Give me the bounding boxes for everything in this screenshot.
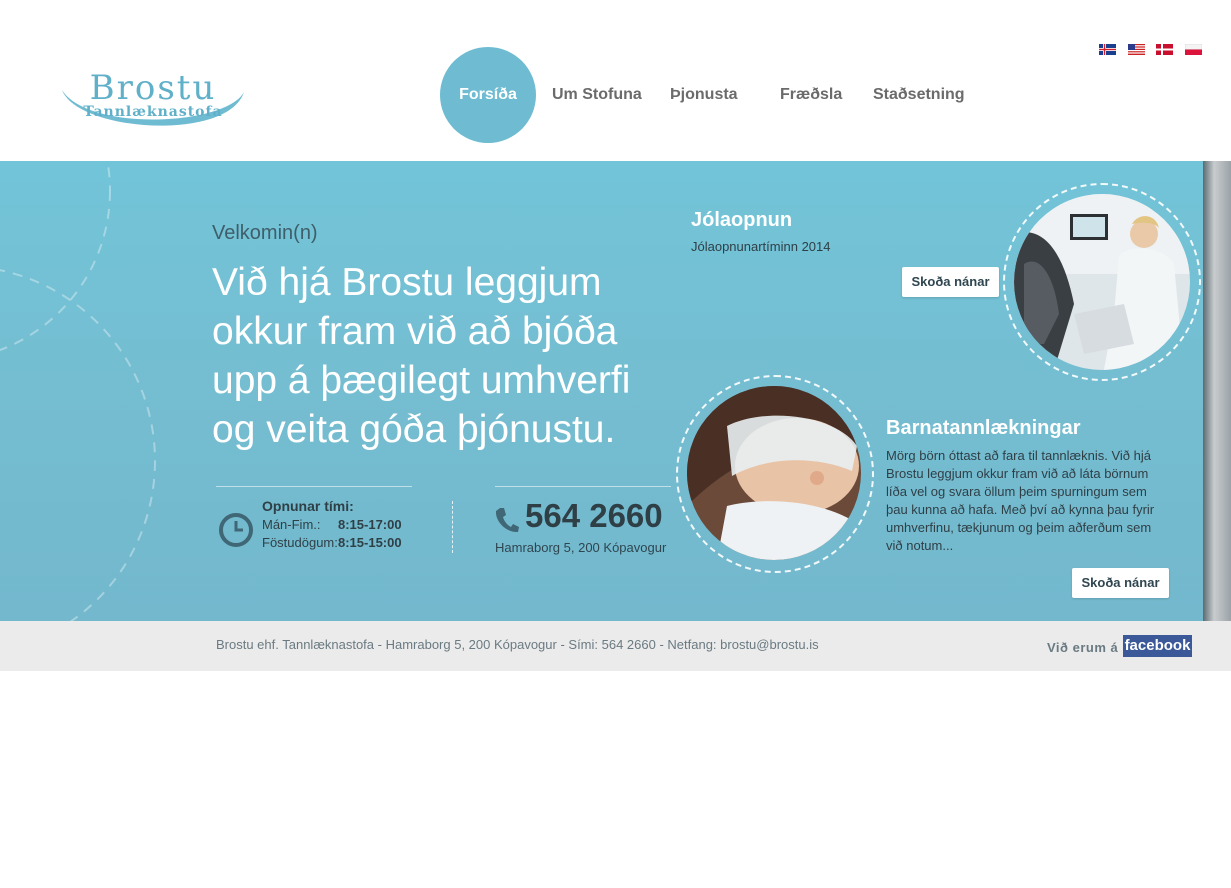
card-barnatannlaekningar-title[interactable]: Barnatannlækningar bbox=[886, 417, 1080, 440]
flag-denmark-icon[interactable] bbox=[1156, 44, 1173, 55]
clock-icon bbox=[219, 513, 253, 547]
nav-item-stadsetning[interactable]: Staðsetning bbox=[873, 47, 965, 143]
nav-item-thjonusta[interactable]: Þjonusta bbox=[670, 47, 738, 143]
flag-usa-icon[interactable] bbox=[1128, 44, 1145, 55]
clinic-photo-illustration bbox=[1014, 194, 1190, 370]
card-jolaopnun-title[interactable]: Jólaopnun bbox=[691, 209, 792, 232]
welcome-text: Velkomin(n) bbox=[212, 222, 318, 244]
nav-item-um-stofuna[interactable]: Um Stofuna bbox=[552, 47, 642, 143]
vertical-separator bbox=[452, 501, 453, 553]
hours-row: Föstudögum:8:15-15:00 bbox=[262, 535, 402, 550]
nav-item-fraedsla[interactable]: Fræðsla bbox=[780, 47, 842, 143]
read-more-button-barnatannlaekningar[interactable]: Skoða nánar bbox=[1072, 568, 1169, 598]
divider-left bbox=[216, 486, 412, 487]
flag-poland-icon[interactable] bbox=[1185, 44, 1202, 55]
child-photo[interactable] bbox=[687, 386, 861, 560]
hours-row: Mán-Fim.: 8:15-17:00 bbox=[262, 517, 402, 532]
hours-time: 8:15-17:00 bbox=[338, 517, 402, 532]
logo-subtitle: Tannlæknastofa bbox=[83, 104, 223, 120]
hero-edge-photo bbox=[1203, 161, 1231, 621]
divider-right bbox=[495, 486, 671, 487]
facebook-link[interactable]: facebook bbox=[1123, 635, 1192, 657]
logo[interactable]: Brostu Tannlæknastofa bbox=[58, 62, 248, 140]
phone-number[interactable]: 564 2660 bbox=[525, 497, 663, 535]
hours-day: Föstudögum: bbox=[262, 535, 338, 550]
read-more-button-jolaopnun[interactable]: Skoða nánar bbox=[902, 267, 999, 297]
address: Hamraborg 5, 200 Kópavogur bbox=[495, 540, 667, 555]
child-photo-illustration bbox=[687, 386, 861, 560]
footer-contact-text: Brostu ehf. Tannlæknastofa - Hamraborg 5… bbox=[216, 637, 819, 652]
flag-iceland-icon[interactable] bbox=[1099, 44, 1116, 55]
card-jolaopnun-subtitle: Jólaopnunartíminn 2014 bbox=[691, 239, 831, 254]
social-label: Við erum á bbox=[1047, 640, 1119, 655]
hours-time: 8:15-15:00 bbox=[338, 535, 402, 550]
hero-banner: Velkomin(n) Við hjá Brostu leggjum okkur… bbox=[0, 161, 1203, 621]
site-footer: Brostu ehf. Tannlæknastofa - Hamraborg 5… bbox=[0, 621, 1231, 671]
opening-hours-title: Opnunar tími: bbox=[262, 498, 354, 514]
hero-headline: Við hjá Brostu leggjum okkur fram við að… bbox=[212, 261, 631, 451]
nav-item-forsida[interactable]: Forsíða bbox=[440, 47, 536, 143]
site-header: Brostu Tannlæknastofa Forsíða Um Stofuna… bbox=[0, 0, 1231, 161]
card-barnatannlaekningar-text: Mörg börn óttast að fara til tannlæknis.… bbox=[886, 448, 1155, 553]
clinic-photo[interactable] bbox=[1014, 194, 1190, 370]
hours-day: Mán-Fim.: bbox=[262, 517, 321, 532]
logo-name: Brostu bbox=[89, 68, 217, 108]
phone-icon bbox=[495, 508, 519, 533]
